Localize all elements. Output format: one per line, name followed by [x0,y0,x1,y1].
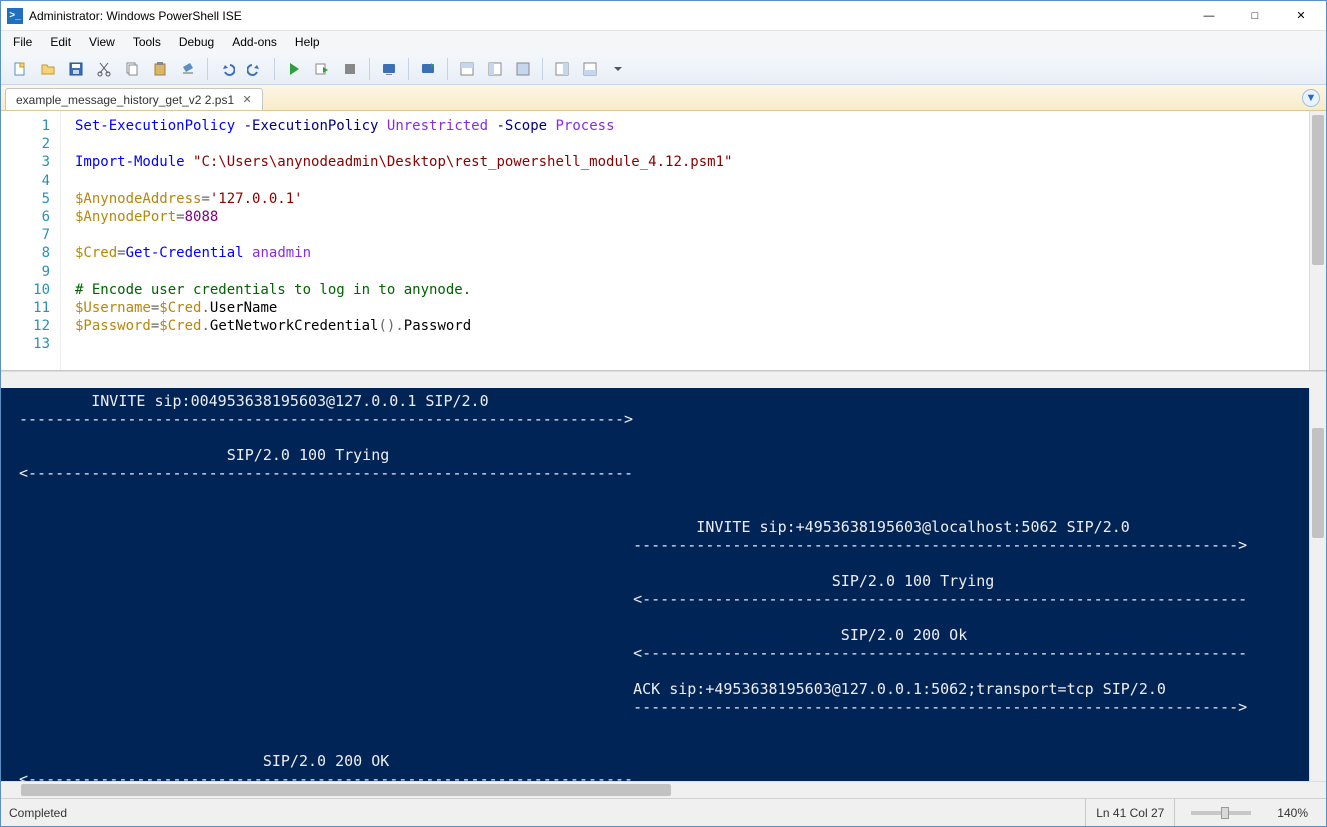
statusbar: Completed Ln 41 Col 27 140% [1,798,1326,826]
window-title: Administrator: Windows PowerShell ISE [29,9,1186,23]
status-position: Ln 41 Col 27 [1085,799,1174,826]
save-file-button[interactable] [63,57,89,81]
code-area[interactable]: Set-ExecutionPolicy -ExecutionPolicy Unr… [61,111,1309,370]
cut-button[interactable] [91,57,117,81]
menu-help[interactable]: Help [287,33,328,51]
paste-button[interactable] [147,57,173,81]
status-left: Completed [9,806,67,820]
layout-3-button[interactable] [510,57,536,81]
menu-view[interactable]: View [81,33,123,51]
zoom-control[interactable] [1174,799,1267,826]
run-selection-button[interactable] [309,57,335,81]
menu-edit[interactable]: Edit [42,33,79,51]
redo-button[interactable] [242,57,268,81]
remote-button[interactable] [376,57,402,81]
maximize-button[interactable]: □ [1232,1,1278,31]
dropdown-button[interactable] [605,57,631,81]
run-button[interactable] [281,57,307,81]
scrollbar-thumb[interactable] [1312,428,1324,538]
zoom-thumb[interactable] [1221,807,1229,819]
copy-button[interactable] [119,57,145,81]
new-remote-tab-button[interactable] [415,57,441,81]
console-pane: INVITE sip:004953638195603@127.0.0.1 SIP… [1,388,1326,781]
line-gutter: 1 2 3 4 5 6 7 8 9 10 11 12 13 [1,111,61,370]
scrollbar-thumb[interactable] [21,784,671,796]
menu-tools[interactable]: Tools [125,33,169,51]
menu-file[interactable]: File [5,33,40,51]
menu-debug[interactable]: Debug [171,33,222,51]
minimize-button[interactable]: — [1186,1,1232,31]
show-cmd-button[interactable] [549,57,575,81]
clear-button[interactable] [175,57,201,81]
file-tab-label: example_message_history_get_v2 2.ps1 [16,93,234,107]
layout-1-button[interactable] [454,57,480,81]
zoom-slider[interactable] [1191,811,1251,815]
editor-hscrollbar[interactable] [1,371,1326,388]
close-button[interactable]: ✕ [1278,1,1324,31]
console-output[interactable]: INVITE sip:004953638195603@127.0.0.1 SIP… [1,388,1309,781]
undo-button[interactable] [214,57,240,81]
console-vscrollbar[interactable] [1309,388,1326,781]
refresh-icon[interactable]: ▼ [1302,89,1320,107]
menu-add-ons[interactable]: Add-ons [224,33,285,51]
titlebar: >_ Administrator: Windows PowerShell ISE… [1,1,1326,31]
toolbar [1,53,1326,85]
editor[interactable]: 1 2 3 4 5 6 7 8 9 10 11 12 13 Set-Execut… [1,111,1326,371]
new-file-button[interactable] [7,57,33,81]
console-hscrollbar[interactable] [1,781,1326,798]
scrollbar-thumb[interactable] [1312,115,1324,265]
tab-close-icon[interactable]: ✕ [240,93,254,107]
app-icon: >_ [7,8,23,24]
menubar: FileEditViewToolsDebugAdd-onsHelp [1,31,1326,53]
file-tab[interactable]: example_message_history_get_v2 2.ps1 ✕ [5,88,263,110]
open-file-button[interactable] [35,57,61,81]
editor-vscrollbar[interactable] [1309,111,1326,370]
window-controls: — □ ✕ [1186,1,1324,31]
status-zoom: 140% [1267,799,1318,826]
tabbar: example_message_history_get_v2 2.ps1 ✕ ▼ [1,85,1326,111]
stop-button[interactable] [337,57,363,81]
show-cmd-addon-button[interactable] [577,57,603,81]
layout-2-button[interactable] [482,57,508,81]
